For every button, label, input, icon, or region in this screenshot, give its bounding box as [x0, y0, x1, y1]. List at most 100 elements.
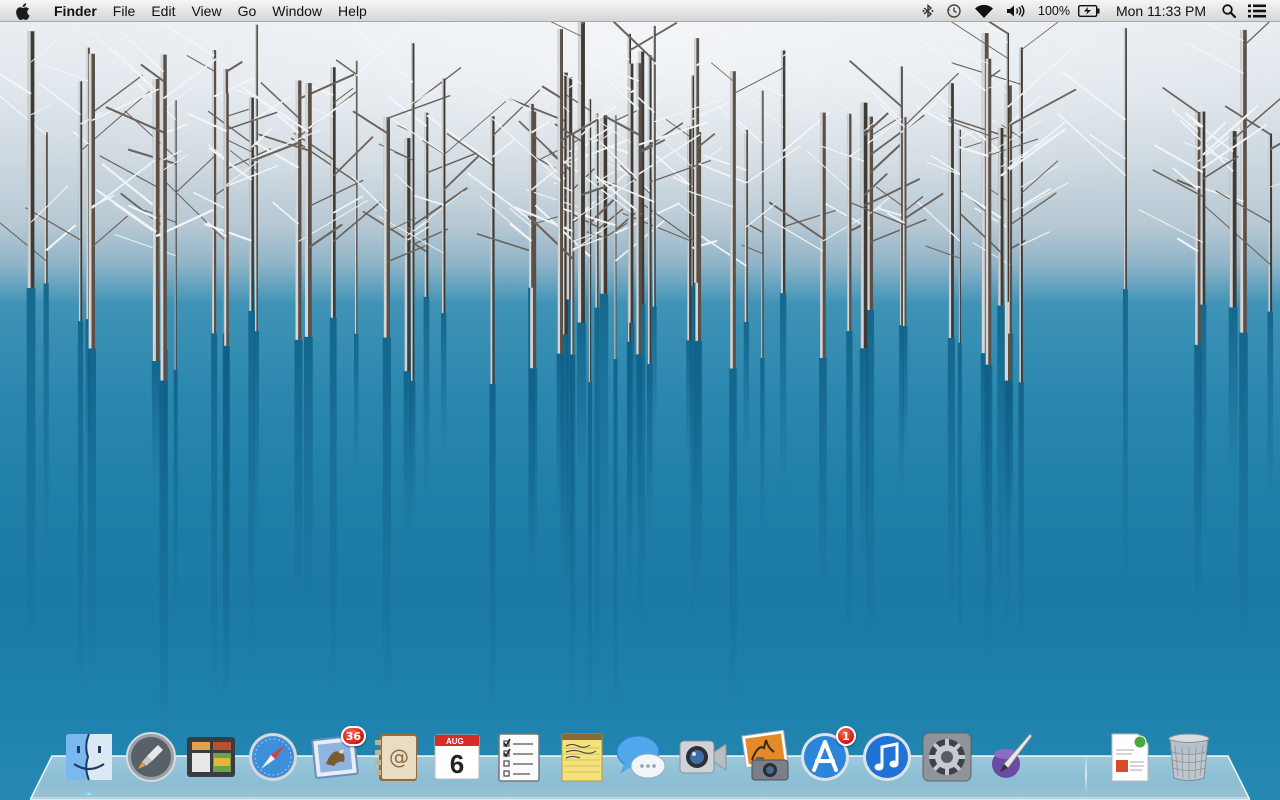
- facetime-icon: [679, 740, 727, 774]
- tree-reflection: [1018, 382, 1024, 650]
- tree-snow: [355, 60, 357, 334]
- notes-icon: [561, 733, 603, 782]
- tree-reflection: [594, 307, 600, 679]
- tree-snow: [249, 97, 252, 312]
- tree-snow: [174, 100, 176, 370]
- contacts-icon: @: [375, 734, 417, 781]
- tree-snow: [1229, 131, 1233, 308]
- bluetooth-icon: [922, 4, 934, 18]
- time-machine-icon: [947, 4, 961, 18]
- tree-reflection: [382, 337, 392, 704]
- app-store-updates-badge: 1: [836, 726, 856, 746]
- dock-item-app-store[interactable]: 1: [796, 726, 856, 790]
- tree-reflection: [686, 340, 693, 463]
- mail-unread-badge: 36: [340, 726, 366, 746]
- tree-snow: [958, 129, 960, 343]
- dock-item-safari[interactable]: [244, 728, 302, 790]
- tree-reflection: [576, 322, 586, 493]
- tree-snow: [255, 24, 257, 332]
- menu-edit[interactable]: Edit: [143, 0, 183, 22]
- status-notification-center[interactable]: [1242, 0, 1280, 22]
- tree-reflection: [1122, 289, 1128, 592]
- status-spotlight[interactable]: [1216, 0, 1242, 22]
- tree-reflection: [329, 317, 337, 695]
- tree-reflection: [859, 348, 869, 577]
- dock-item-mission-control[interactable]: [182, 728, 240, 790]
- dock: 36 @ AUG 6 1: [58, 724, 1228, 796]
- tree-reflection: [846, 330, 853, 651]
- tree-reflection: [627, 322, 635, 541]
- dock-item-facetime[interactable]: [674, 728, 732, 790]
- apple-menu[interactable]: [0, 0, 44, 22]
- tree-reflection: [646, 363, 653, 536]
- tree-reflection: [729, 368, 737, 713]
- status-volume[interactable]: [1000, 0, 1032, 22]
- tree-snow: [577, 22, 582, 323]
- dock-item-system-preferences[interactable]: [918, 728, 976, 790]
- status-bluetooth[interactable]: [916, 0, 940, 22]
- status-wifi[interactable]: [968, 0, 1000, 22]
- tree-reflection: [587, 382, 593, 724]
- tree-reflection: [43, 283, 49, 555]
- dock-item-script-editor[interactable]: [980, 728, 1038, 790]
- calendar-day: 6: [450, 749, 464, 779]
- tree-snow: [490, 116, 493, 385]
- tree-reflection: [556, 353, 565, 523]
- dock-item-mail[interactable]: 36: [306, 726, 366, 790]
- apple-logo-icon: [15, 2, 30, 20]
- dock-item-photo-booth[interactable]: [736, 728, 794, 790]
- dock-item-itunes[interactable]: [858, 728, 916, 790]
- tree-reflection: [779, 293, 787, 496]
- finder-icon: [66, 733, 112, 781]
- document-stack-icon: [1111, 733, 1149, 782]
- dock-item-notes[interactable]: [552, 728, 610, 790]
- tree-snow: [860, 102, 864, 349]
- tree-snow: [1006, 32, 1008, 302]
- tree-snow: [160, 54, 164, 381]
- tree-snow: [981, 33, 985, 354]
- tree-snow: [588, 99, 590, 383]
- tree-snow: [529, 103, 532, 288]
- dock-item-messages[interactable]: [612, 728, 670, 790]
- tree-snow: [152, 79, 156, 362]
- menu-clock[interactable]: Mon 11:33 PM: [1106, 0, 1216, 22]
- tree-reflection: [223, 345, 230, 692]
- status-time-machine[interactable]: [940, 0, 968, 22]
- tree-snow: [78, 81, 81, 322]
- tree-snow: [295, 80, 299, 340]
- dock-item-calendar[interactable]: AUG 6: [428, 728, 486, 790]
- tree-snow: [383, 117, 387, 338]
- menu-help[interactable]: Help: [330, 0, 375, 22]
- tree-snow: [687, 126, 690, 341]
- messages-icon: [616, 735, 666, 779]
- tree-reflection: [294, 339, 303, 620]
- desktop[interactable]: Finder File Edit View Go Window Help 100…: [0, 0, 1280, 800]
- tree-reflection: [410, 380, 416, 521]
- battery-percent[interactable]: 100%: [1032, 0, 1072, 22]
- menu-view[interactable]: View: [183, 0, 229, 22]
- dock-item-trash[interactable]: [1160, 728, 1218, 790]
- tree-reflection: [354, 333, 359, 472]
- launchpad-icon: [126, 732, 176, 782]
- menu-file[interactable]: File: [105, 0, 144, 22]
- dock-item-finder[interactable]: [60, 728, 118, 796]
- tree-reflection: [87, 348, 96, 670]
- dock-item-contacts[interactable]: @: [368, 728, 426, 790]
- tree-reflection: [997, 305, 1005, 608]
- tree-snow: [27, 31, 31, 289]
- dock-item-launchpad[interactable]: [122, 728, 180, 790]
- menu-app-finder[interactable]: Finder: [44, 0, 105, 22]
- battery-charging-icon: [1077, 5, 1100, 17]
- tree-reflection: [599, 293, 609, 541]
- tree-reflection: [984, 364, 993, 663]
- menu-go[interactable]: Go: [230, 0, 265, 22]
- dock-item-reminders[interactable]: [490, 728, 548, 790]
- menu-window[interactable]: Window: [264, 0, 330, 22]
- status-battery[interactable]: [1072, 0, 1106, 22]
- dock-item-documents-stack[interactable]: [1100, 728, 1158, 790]
- tree-reflection: [635, 354, 643, 520]
- wifi-icon: [975, 4, 993, 18]
- calendar-icon: AUG 6: [434, 734, 480, 780]
- tree-reflection: [901, 326, 908, 457]
- trash-icon: [1168, 733, 1210, 781]
